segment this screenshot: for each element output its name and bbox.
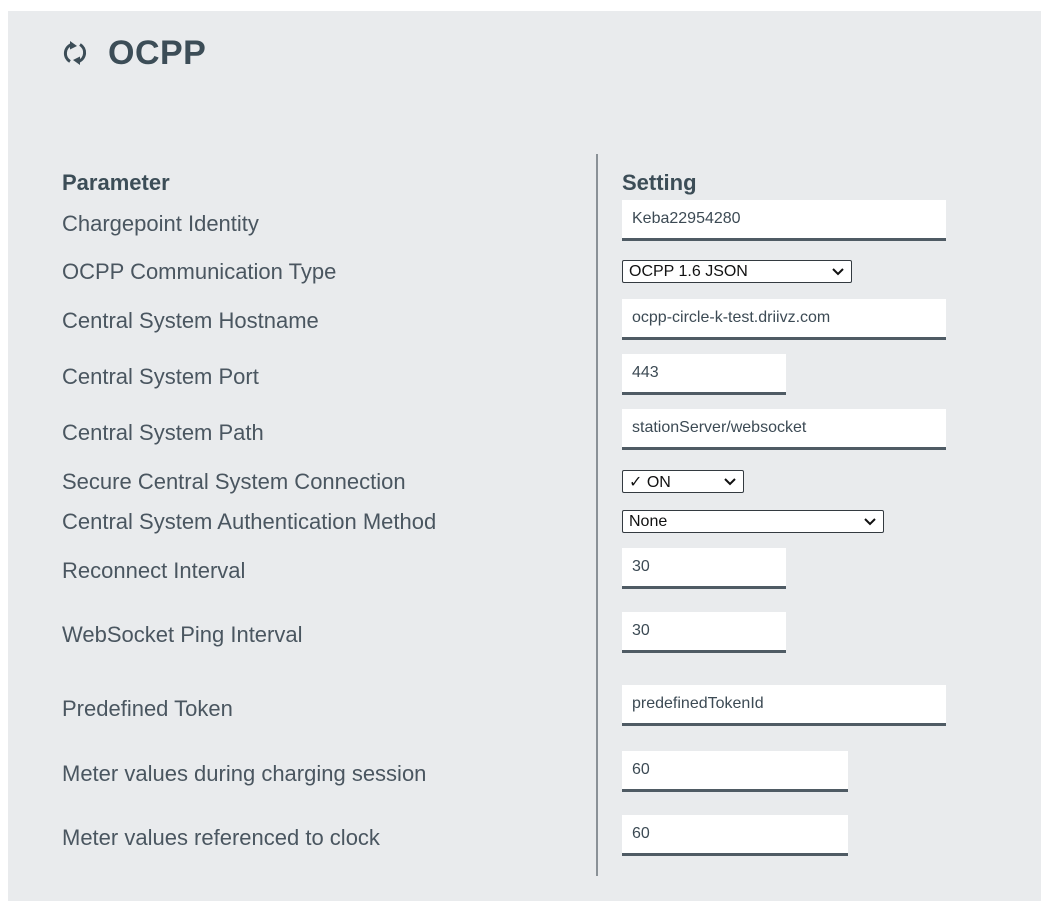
secure-connection-value: ✓ ON: [629, 473, 671, 491]
label-authentication-method: Central System Authentication Method: [62, 509, 437, 534]
parameter-column-header: Parameter: [62, 170, 170, 195]
secure-connection-select[interactable]: ✓ ON: [622, 470, 744, 493]
central-system-path-input[interactable]: stationServer/websocket: [622, 409, 946, 450]
ocpp-communication-type-select[interactable]: OCPP 1.6 JSON: [622, 260, 852, 283]
page-title: OCPP: [108, 33, 207, 72]
meter-values-charging-input[interactable]: 60: [622, 751, 848, 792]
predefined-token-input[interactable]: predefinedTokenId: [622, 685, 946, 726]
central-system-hostname-value: ocpp-circle-k-test.driivz.com: [632, 309, 831, 326]
meter-values-clock-input[interactable]: 60: [622, 815, 848, 856]
central-system-port-value: 443: [632, 364, 659, 381]
chargepoint-identity-value: Keba22954280: [632, 210, 741, 227]
authentication-method-value: None: [629, 512, 668, 530]
ocpp-panel: OCPP Parameter Setting Chargepoint Ident…: [8, 11, 1041, 901]
authentication-method-select[interactable]: None: [622, 510, 884, 533]
label-meter-values-clock: Meter values referenced to clock: [62, 825, 380, 850]
setting-column-header: Setting: [622, 170, 697, 195]
central-system-path-value: stationServer/websocket: [632, 419, 807, 436]
label-websocket-ping-interval: WebSocket Ping Interval: [62, 622, 303, 647]
label-central-system-port: Central System Port: [62, 364, 259, 389]
page-header: OCPP: [60, 29, 206, 77]
label-reconnect-interval: Reconnect Interval: [62, 558, 246, 583]
label-central-system-path: Central System Path: [62, 420, 264, 445]
reconnect-interval-input[interactable]: 30: [622, 548, 786, 589]
label-central-system-hostname: Central System Hostname: [62, 308, 319, 333]
label-chargepoint-identity: Chargepoint Identity: [62, 211, 259, 236]
chargepoint-identity-input[interactable]: Keba22954280: [622, 200, 946, 241]
label-ocpp-communication-type: OCPP Communication Type: [62, 259, 337, 284]
label-secure-connection: Secure Central System Connection: [62, 469, 406, 494]
central-system-port-input[interactable]: 443: [622, 354, 786, 395]
websocket-ping-interval-input[interactable]: 30: [622, 612, 786, 653]
meter-values-charging-value: 60: [632, 761, 650, 778]
ocpp-communication-type-value: OCPP 1.6 JSON: [629, 262, 748, 280]
chevron-down-icon: [724, 477, 736, 485]
central-system-hostname-input[interactable]: ocpp-circle-k-test.driivz.com: [622, 299, 946, 340]
label-meter-values-charging: Meter values during charging session: [62, 761, 427, 786]
websocket-ping-interval-value: 30: [632, 622, 650, 639]
chevron-down-icon: [832, 267, 844, 275]
sync-icon: [63, 41, 87, 65]
chevron-down-icon: [864, 517, 876, 525]
label-predefined-token: Predefined Token: [62, 696, 233, 721]
predefined-token-value: predefinedTokenId: [632, 695, 764, 712]
meter-values-clock-value: 60: [632, 825, 650, 842]
column-divider: [596, 154, 598, 876]
reconnect-interval-value: 30: [632, 558, 650, 575]
